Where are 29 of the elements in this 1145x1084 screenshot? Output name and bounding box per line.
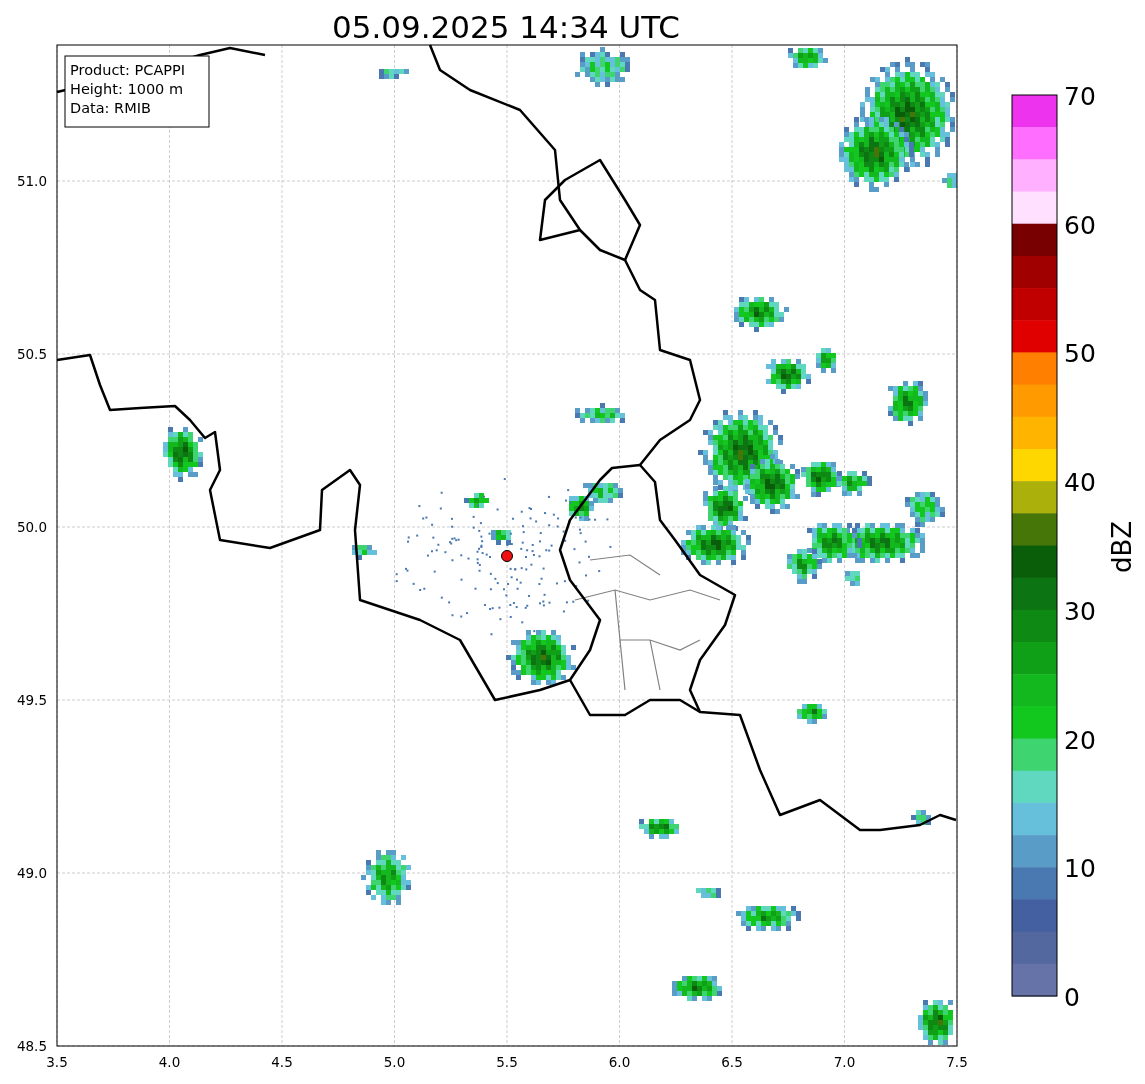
- x-tick-label: 6.5: [721, 1054, 743, 1070]
- x-tick-label: 7.0: [833, 1054, 856, 1070]
- colorbar-tick-label: 50: [1064, 339, 1096, 369]
- x-tick-label: 5.0: [383, 1054, 406, 1070]
- colorbar-tick-label: 40: [1064, 468, 1096, 498]
- info-text: Product: PCAPPI: [70, 62, 186, 78]
- colorbar-tick-label: 20: [1064, 725, 1096, 755]
- colorbar-tick-label: 10: [1064, 854, 1096, 884]
- x-tick-label: 4.5: [271, 1054, 293, 1070]
- y-tick-label: 48.5: [16, 1038, 47, 1054]
- x-tick-label: 5.5: [496, 1054, 518, 1070]
- x-tick-label: 3.5: [46, 1054, 68, 1070]
- y-tick-label: 49.5: [16, 692, 47, 708]
- info-text: Height: 1000 m: [70, 81, 184, 97]
- y-tick-label: 51.0: [16, 173, 47, 189]
- x-tick-label: 6.0: [608, 1054, 631, 1070]
- radar-site-marker: [501, 550, 513, 562]
- y-tick-label: 50.0: [16, 519, 47, 535]
- colorbar-tick-label: 30: [1064, 596, 1096, 626]
- info-text: Data: RMIB: [70, 100, 151, 116]
- x-tick-label: 7.5: [946, 1054, 968, 1070]
- y-tick-label: 49.0: [16, 865, 47, 881]
- colorbar-tick-label: 70: [1064, 82, 1096, 111]
- y-tick-label: 50.5: [16, 346, 47, 362]
- colorbar-label: dBZ: [1107, 520, 1137, 574]
- colorbar-tick-label: 60: [1064, 210, 1096, 240]
- x-tick-label: 4.0: [158, 1054, 181, 1070]
- chart-title: 05.09.2025 14:34 UTC: [332, 9, 680, 45]
- colorbar-tick-label: 0: [1064, 983, 1080, 1012]
